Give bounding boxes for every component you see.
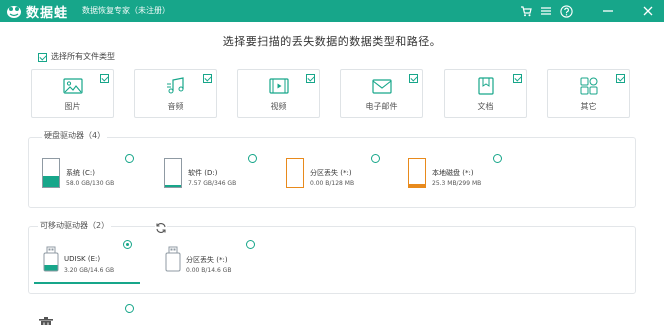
hard-drives-title: 硬盘驱动器（4）: [42, 130, 108, 141]
file-type-image[interactable]: 图片: [31, 69, 114, 118]
file-type-audio[interactable]: 音频: [134, 69, 217, 118]
drive-size: 58.0 GB/130 GB: [66, 180, 115, 187]
drive-size: 3.20 GB/14.6 GB: [64, 267, 115, 274]
file-type-checkbox[interactable]: [100, 74, 109, 83]
drive-radio[interactable]: [248, 154, 257, 163]
video-icon: [268, 76, 290, 96]
email-icon: [371, 76, 393, 96]
drive-radio-selected[interactable]: [123, 240, 132, 249]
close-icon[interactable]: [640, 3, 656, 19]
page-prompt: 选择要扫描的丢失数据的数据类型和路径。: [222, 35, 442, 48]
drive-name: 分区丢失 (*:): [310, 169, 352, 177]
other-icon: [578, 76, 600, 96]
frog-logo-icon: [6, 3, 22, 19]
file-type-label: 其它: [580, 102, 597, 111]
select-all-label: 选择所有文件类型: [51, 52, 115, 61]
image-icon: [62, 76, 84, 96]
audio-icon: [165, 76, 187, 96]
title-bar: 数据蛙 数据恢复专家（未注册）: [0, 0, 664, 22]
drive-radio[interactable]: [246, 240, 255, 249]
drive-name: 分区丢失 (*:): [186, 256, 228, 264]
file-type-checkbox[interactable]: [616, 74, 625, 83]
refresh-icon[interactable]: [155, 219, 167, 233]
removable-drives-title: 可移动驱动器（2）: [38, 220, 112, 231]
usb-drive-icon: [164, 246, 182, 272]
menu-icon[interactable]: [538, 3, 554, 19]
document-icon: [475, 76, 497, 96]
file-type-checkbox[interactable]: [306, 74, 315, 83]
lost-partition-icon: [286, 158, 304, 188]
app-name: 数据蛙: [26, 6, 69, 21]
drive-radio[interactable]: [493, 154, 502, 163]
minimize-icon[interactable]: [600, 3, 616, 19]
select-all-checkbox[interactable]: [38, 53, 47, 62]
file-type-label: 图片: [64, 102, 81, 111]
drive-c-icon: [42, 158, 60, 188]
trash-icon: [38, 314, 54, 325]
drive-radio[interactable]: [125, 154, 134, 163]
file-type-video[interactable]: 视频: [237, 69, 320, 118]
help-icon[interactable]: [558, 3, 574, 19]
file-type-email[interactable]: 电子邮件: [340, 69, 423, 118]
drive-radio[interactable]: [371, 154, 380, 163]
drive-size: 7.57 GB/346 GB: [188, 180, 237, 187]
file-type-checkbox[interactable]: [203, 74, 212, 83]
file-type-label: 文档: [477, 102, 494, 111]
file-type-label: 电子邮件: [365, 102, 398, 111]
cart-icon[interactable]: [518, 3, 534, 19]
usb-drive-icon: [42, 246, 60, 272]
drive-size: 25.3 MB/299 MB: [432, 180, 482, 187]
drive-name: 软件 (D:): [188, 169, 218, 177]
local-disk-icon: [408, 158, 426, 188]
drive-size: 0.00 B/14.6 GB: [186, 267, 232, 274]
drive-name: 系统 (C:): [66, 169, 95, 177]
recycle-bin-radio[interactable]: [125, 304, 134, 313]
file-type-checkbox[interactable]: [513, 74, 522, 83]
selected-underline: [34, 282, 140, 284]
file-type-document[interactable]: 文档: [444, 69, 527, 118]
drive-size: 0.00 B/128 MB: [310, 180, 355, 187]
app-subtitle: 数据恢复专家（未注册）: [82, 6, 170, 15]
file-type-other[interactable]: 其它: [547, 69, 630, 118]
file-type-label: 视频: [270, 102, 287, 111]
file-type-label: 音频: [167, 102, 184, 111]
file-type-checkbox[interactable]: [409, 74, 418, 83]
drive-name: UDISK (E:): [64, 255, 101, 263]
drive-name: 本地磁盘 (*:): [432, 169, 474, 177]
drive-d-icon: [164, 158, 182, 188]
